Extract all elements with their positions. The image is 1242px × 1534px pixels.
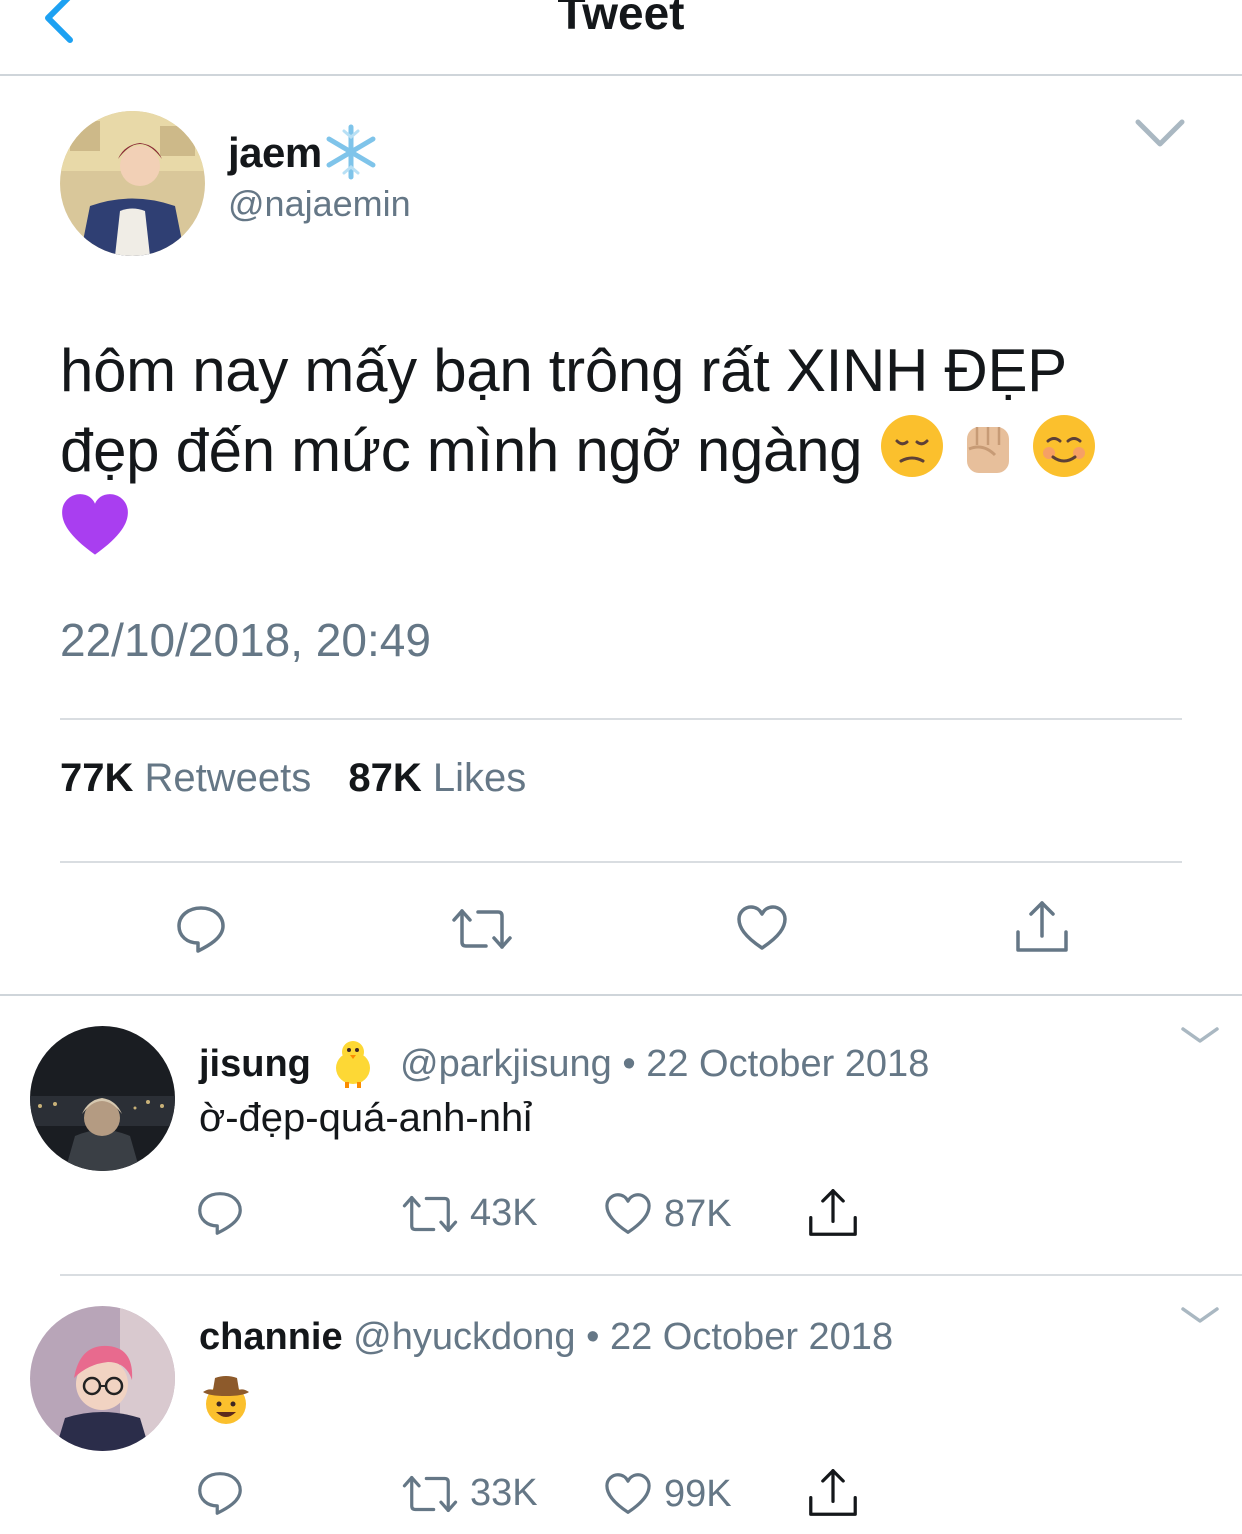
avatar[interactable] bbox=[60, 111, 205, 256]
tweet-text: hôm nay mấy bạn trông rất XINH ĐẸP đẹp đ… bbox=[60, 331, 1180, 573]
reply-display-name[interactable]: jisung bbox=[199, 1043, 311, 1085]
tweet-timestamp: 22/10/2018, 20:49 bbox=[60, 614, 431, 666]
display-name[interactable]: jaem bbox=[228, 123, 380, 181]
likes-stat[interactable]: 87K Likes bbox=[348, 756, 552, 800]
retweet-action[interactable]: 43K bbox=[402, 1192, 538, 1235]
cowboy-face-icon bbox=[203, 1376, 249, 1424]
reply-action[interactable] bbox=[197, 1470, 255, 1516]
tweet-text-line: hôm nay mấy bạn trông rất XINH ĐẸP bbox=[60, 337, 1067, 404]
reply-date: • 22 October 2018 bbox=[586, 1316, 894, 1358]
snowflake-icon bbox=[326, 124, 376, 180]
reply-icon bbox=[198, 1192, 242, 1235]
avatar[interactable] bbox=[30, 1026, 175, 1171]
page-title: Tweet bbox=[557, 0, 685, 39]
retweet-action[interactable]: 33K bbox=[402, 1472, 538, 1515]
reply-icon[interactable] bbox=[176, 904, 226, 954]
smiling-face-icon bbox=[1032, 415, 1095, 477]
retweets-stat[interactable]: 77K Retweets bbox=[60, 756, 337, 800]
like-heart-icon bbox=[605, 1193, 651, 1234]
reply-handle[interactable]: @parkjisung bbox=[400, 1043, 612, 1085]
like-heart-icon bbox=[605, 1473, 651, 1514]
reply-display-name[interactable]: channie bbox=[199, 1316, 343, 1358]
chevron-down-icon[interactable] bbox=[1180, 1304, 1220, 1326]
retweet-count: 43K bbox=[470, 1192, 538, 1234]
share-action[interactable] bbox=[806, 1188, 872, 1238]
disappointed-face-icon bbox=[880, 415, 943, 477]
username-handle[interactable]: @najaemin bbox=[228, 183, 411, 225]
divider bbox=[60, 718, 1182, 720]
purple-heart-icon bbox=[62, 494, 128, 555]
like-count: 87K bbox=[664, 1192, 732, 1235]
chevron-down-icon[interactable] bbox=[1134, 116, 1186, 150]
share-icon bbox=[809, 1189, 857, 1236]
like-heart-icon[interactable] bbox=[736, 904, 788, 952]
reply-body bbox=[199, 1372, 253, 1436]
share-action[interactable] bbox=[806, 1468, 872, 1518]
like-action[interactable]: 87K bbox=[604, 1192, 732, 1236]
raised-fist-icon bbox=[966, 427, 1009, 473]
nav-bar: Tweet bbox=[0, 0, 1242, 76]
tweet-text-line bbox=[60, 491, 1180, 573]
reply-icon bbox=[198, 1472, 242, 1515]
reply-header: jisung @parkjisung • 22 October 2018 bbox=[199, 1036, 929, 1088]
retweet-icon bbox=[402, 1195, 458, 1232]
tweet-text-line: đẹp đến mức mình ngỡ ngàng bbox=[60, 411, 1180, 491]
reply-action[interactable] bbox=[197, 1190, 255, 1236]
share-icon[interactable] bbox=[1014, 900, 1070, 954]
retweet-icon bbox=[402, 1475, 458, 1512]
divider bbox=[60, 861, 1182, 863]
like-count: 99K bbox=[664, 1472, 732, 1515]
reply-text: ờ-đẹp-quá-anh-nhỉ bbox=[199, 1096, 533, 1140]
baby-chick-icon bbox=[336, 1041, 371, 1088]
reply-header: channie @hyuckdong • 22 October 2018 bbox=[199, 1316, 893, 1359]
main-tweet: jaem @najaemin hôm nay mấy bạn trông rất… bbox=[0, 78, 1242, 996]
retweet-icon[interactable] bbox=[452, 906, 512, 952]
retweet-count: 33K bbox=[470, 1472, 538, 1514]
share-icon bbox=[809, 1469, 857, 1516]
chevron-down-icon[interactable] bbox=[1180, 1024, 1220, 1046]
avatar[interactable] bbox=[30, 1306, 175, 1451]
reply-handle[interactable]: @hyuckdong bbox=[353, 1316, 575, 1358]
divider bbox=[60, 1274, 1242, 1276]
like-action[interactable]: 99K bbox=[604, 1472, 732, 1516]
reply-date: • 22 October 2018 bbox=[622, 1043, 930, 1085]
engagement-stats: 77K Retweets 87K Likes bbox=[60, 756, 552, 801]
